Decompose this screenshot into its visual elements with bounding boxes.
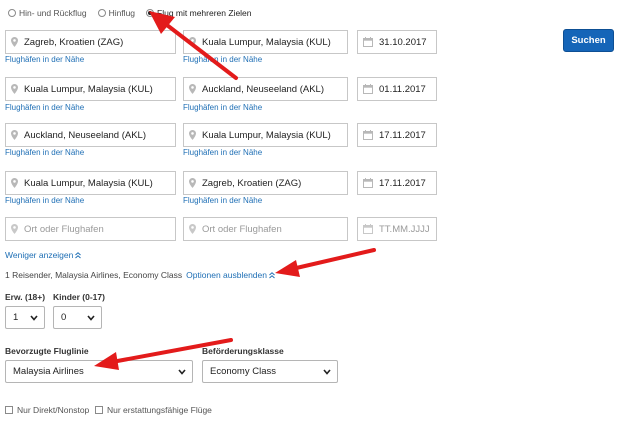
nonstop-checkbox[interactable]: Nur Direkt/Nonstop	[5, 405, 89, 415]
show-less-link[interactable]: Weniger anzeigen	[5, 250, 82, 260]
segment-1-destination-nearby-link[interactable]: Flughäfen in der Nähe	[183, 55, 262, 64]
radio-round-trip[interactable]: Hin- und Rückflug	[8, 8, 87, 18]
hide-options-link[interactable]: Optionen ausblenden	[186, 270, 267, 280]
location-pin-icon	[11, 130, 18, 140]
chevron-down-icon	[178, 369, 186, 375]
segment-4-origin-input[interactable]: Kuala Lumpur, Malaysia (KUL)	[5, 171, 176, 195]
calendar-icon	[363, 84, 373, 94]
segment-3-origin-value: Auckland, Neuseeland (AKL)	[24, 129, 146, 141]
segment-1-origin-value: Zagreb, Kroatien (ZAG)	[24, 36, 124, 48]
segment-2-date-input[interactable]: 01.11.2017	[357, 77, 437, 101]
children-select[interactable]: 0	[53, 306, 102, 329]
double-chevron-up-icon	[269, 271, 275, 278]
cabin-class-select[interactable]: Economy Class	[202, 360, 338, 383]
double-chevron-up-icon	[75, 251, 82, 258]
annotation-arrow-hide-options	[275, 248, 376, 277]
radio-one-way-label: Hinflug	[108, 8, 136, 18]
segment-5-origin-input[interactable]: Ort oder Flughafen	[5, 217, 176, 241]
radio-one-way[interactable]: Hinflug	[97, 8, 136, 18]
location-pin-icon	[11, 37, 18, 47]
segment-4-origin-nearby-link[interactable]: Flughäfen in der Nähe	[5, 196, 84, 205]
cabin-class-label: Beförderungsklasse	[202, 346, 284, 356]
adults-value: 1	[13, 312, 19, 323]
segment-2-origin-nearby-link[interactable]: Flughäfen in der Nähe	[5, 103, 84, 112]
calendar-icon	[363, 224, 373, 234]
segment-2-destination-input[interactable]: Auckland, Neuseeland (AKL)	[183, 77, 348, 101]
segment-1-date-value: 31.10.2017	[379, 36, 427, 48]
radio-multi-city-label: Flug mit mehreren Zielen	[157, 8, 252, 18]
location-pin-icon	[189, 130, 196, 140]
radio-multi-city[interactable]: Flug mit mehreren Zielen	[146, 8, 252, 18]
segment-4-destination-nearby-link[interactable]: Flughäfen in der Nähe	[183, 196, 262, 205]
segment-2-destination-nearby-link[interactable]: Flughäfen in der Nähe	[183, 103, 262, 112]
refundable-checkbox-label: Nur erstattungsfähige Flüge	[107, 405, 212, 415]
summary-text: 1 Reisender, Malaysia Airlines, Economy …	[5, 270, 183, 280]
radio-multi-city-circle[interactable]	[146, 9, 155, 17]
segment-4-date-value: 17.11.2017	[379, 177, 426, 189]
segment-1-origin-nearby-link[interactable]: Flughäfen in der Nähe	[5, 55, 84, 64]
calendar-icon	[363, 130, 373, 140]
location-pin-icon	[189, 178, 196, 188]
segment-3-destination-nearby-link[interactable]: Flughäfen in der Nähe	[183, 148, 262, 157]
refundable-checkbox-box[interactable]	[95, 406, 103, 414]
preferred-airline-value: Malaysia Airlines	[13, 366, 84, 377]
segment-4-origin-value: Kuala Lumpur, Malaysia (KUL)	[24, 177, 153, 189]
segment-3-date-value: 17.11.2017	[379, 129, 426, 141]
children-value: 0	[61, 312, 67, 323]
preferred-airline-select[interactable]: Malaysia Airlines	[5, 360, 193, 383]
radio-one-way-circle[interactable]	[97, 9, 106, 17]
segment-2-destination-value: Auckland, Neuseeland (AKL)	[202, 83, 324, 95]
cabin-class-value: Economy Class	[210, 366, 276, 377]
options-summary: 1 Reisender, Malaysia Airlines, Economy …	[5, 270, 275, 280]
segment-3-destination-value: Kuala Lumpur, Malaysia (KUL)	[202, 129, 331, 141]
adults-label: Erw. (18+)	[5, 292, 46, 302]
calendar-icon	[363, 37, 373, 47]
segment-3-date-input[interactable]: 17.11.2017	[357, 123, 437, 147]
segment-5-destination-input[interactable]: Ort oder Flughafen	[183, 217, 348, 241]
segment-1-destination-value: Kuala Lumpur, Malaysia (KUL)	[202, 36, 331, 48]
location-pin-icon	[11, 178, 18, 188]
segment-4-destination-value: Zagreb, Kroatien (ZAG)	[202, 177, 302, 189]
chevron-down-icon	[30, 315, 38, 321]
segment-1-date-input[interactable]: 31.10.2017	[357, 30, 437, 54]
refundable-checkbox[interactable]: Nur erstattungsfähige Flüge	[95, 405, 212, 415]
location-pin-icon	[11, 224, 18, 234]
segment-5-destination-placeholder: Ort oder Flughafen	[202, 223, 282, 235]
segment-5-date-placeholder: TT.MM.JJJJ	[379, 223, 430, 235]
radio-round-trip-label: Hin- und Rückflug	[19, 8, 87, 18]
segment-3-origin-input[interactable]: Auckland, Neuseeland (AKL)	[5, 123, 176, 147]
show-less-label: Weniger anzeigen	[5, 250, 74, 260]
location-pin-icon	[189, 84, 196, 94]
segment-2-date-value: 01.11.2017	[379, 83, 426, 95]
preferred-airline-label: Bevorzugte Fluglinie	[5, 346, 89, 356]
location-pin-icon	[189, 37, 196, 47]
segment-3-destination-input[interactable]: Kuala Lumpur, Malaysia (KUL)	[183, 123, 348, 147]
trip-type-group: Hin- und Rückflug Hinflug Flug mit mehre…	[8, 7, 263, 19]
nonstop-checkbox-box[interactable]	[5, 406, 13, 414]
radio-round-trip-circle[interactable]	[8, 9, 16, 17]
segment-1-destination-input[interactable]: Kuala Lumpur, Malaysia (KUL)	[183, 30, 348, 54]
segment-1-origin-input[interactable]: Zagreb, Kroatien (ZAG)	[5, 30, 176, 54]
segment-5-date-input[interactable]: TT.MM.JJJJ	[357, 217, 437, 241]
location-pin-icon	[11, 84, 18, 94]
segment-4-destination-input[interactable]: Zagreb, Kroatien (ZAG)	[183, 171, 348, 195]
chevron-down-icon	[87, 315, 95, 321]
calendar-icon	[363, 178, 373, 188]
segment-5-origin-placeholder: Ort oder Flughafen	[24, 223, 104, 235]
chevron-down-icon	[323, 369, 331, 375]
segment-3-origin-nearby-link[interactable]: Flughäfen in der Nähe	[5, 148, 84, 157]
location-pin-icon	[189, 224, 196, 234]
children-label: Kinder (0-17)	[53, 292, 105, 302]
search-button[interactable]: Suchen	[563, 29, 614, 52]
adults-select[interactable]: 1	[5, 306, 45, 329]
nonstop-checkbox-label: Nur Direkt/Nonstop	[17, 405, 90, 415]
segment-2-origin-value: Kuala Lumpur, Malaysia (KUL)	[24, 83, 153, 95]
segment-2-origin-input[interactable]: Kuala Lumpur, Malaysia (KUL)	[5, 77, 176, 101]
segment-4-date-input[interactable]: 17.11.2017	[357, 171, 437, 195]
